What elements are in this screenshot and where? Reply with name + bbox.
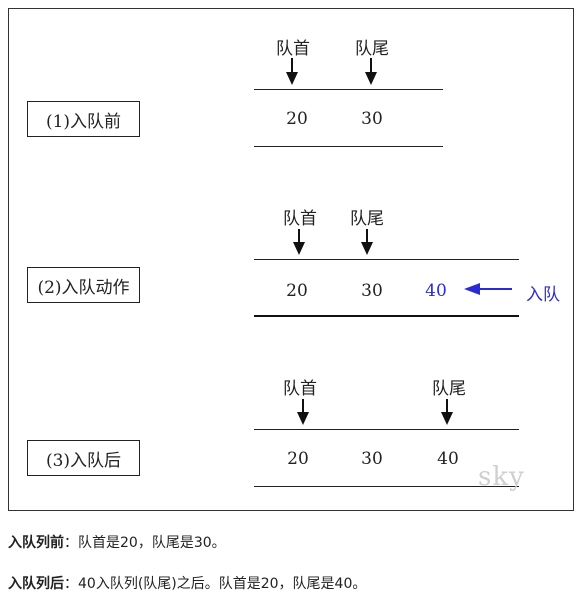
enqueue-arrow-icon [464, 283, 512, 295]
caption-after-term: 入队列后 [8, 576, 64, 592]
stage-1-head-arrow-icon [286, 58, 298, 85]
caption-after-text: ：40入队列(队尾)之后。队首是20，队尾是40。 [64, 576, 367, 592]
caption-after: 入队列后：40入队列(队尾)之后。队首是20，队尾是40。 [8, 573, 366, 593]
watermark: sky [478, 462, 525, 492]
stage-1-tail-arrow-icon [365, 58, 377, 85]
caption-before-text: ：队首是20，队尾是30。 [64, 535, 226, 551]
arrows-layer [286, 58, 512, 425]
caption-before-term: 入队列前 [8, 535, 64, 551]
stage-2-tail-arrow-icon [361, 229, 373, 255]
caption-before: 入队列前：队首是20，队尾是30。 [8, 532, 226, 552]
stage-2-head-arrow-icon [293, 229, 305, 255]
stage-3-tail-arrow-icon [441, 399, 453, 425]
stage-3-head-arrow-icon [297, 399, 309, 425]
